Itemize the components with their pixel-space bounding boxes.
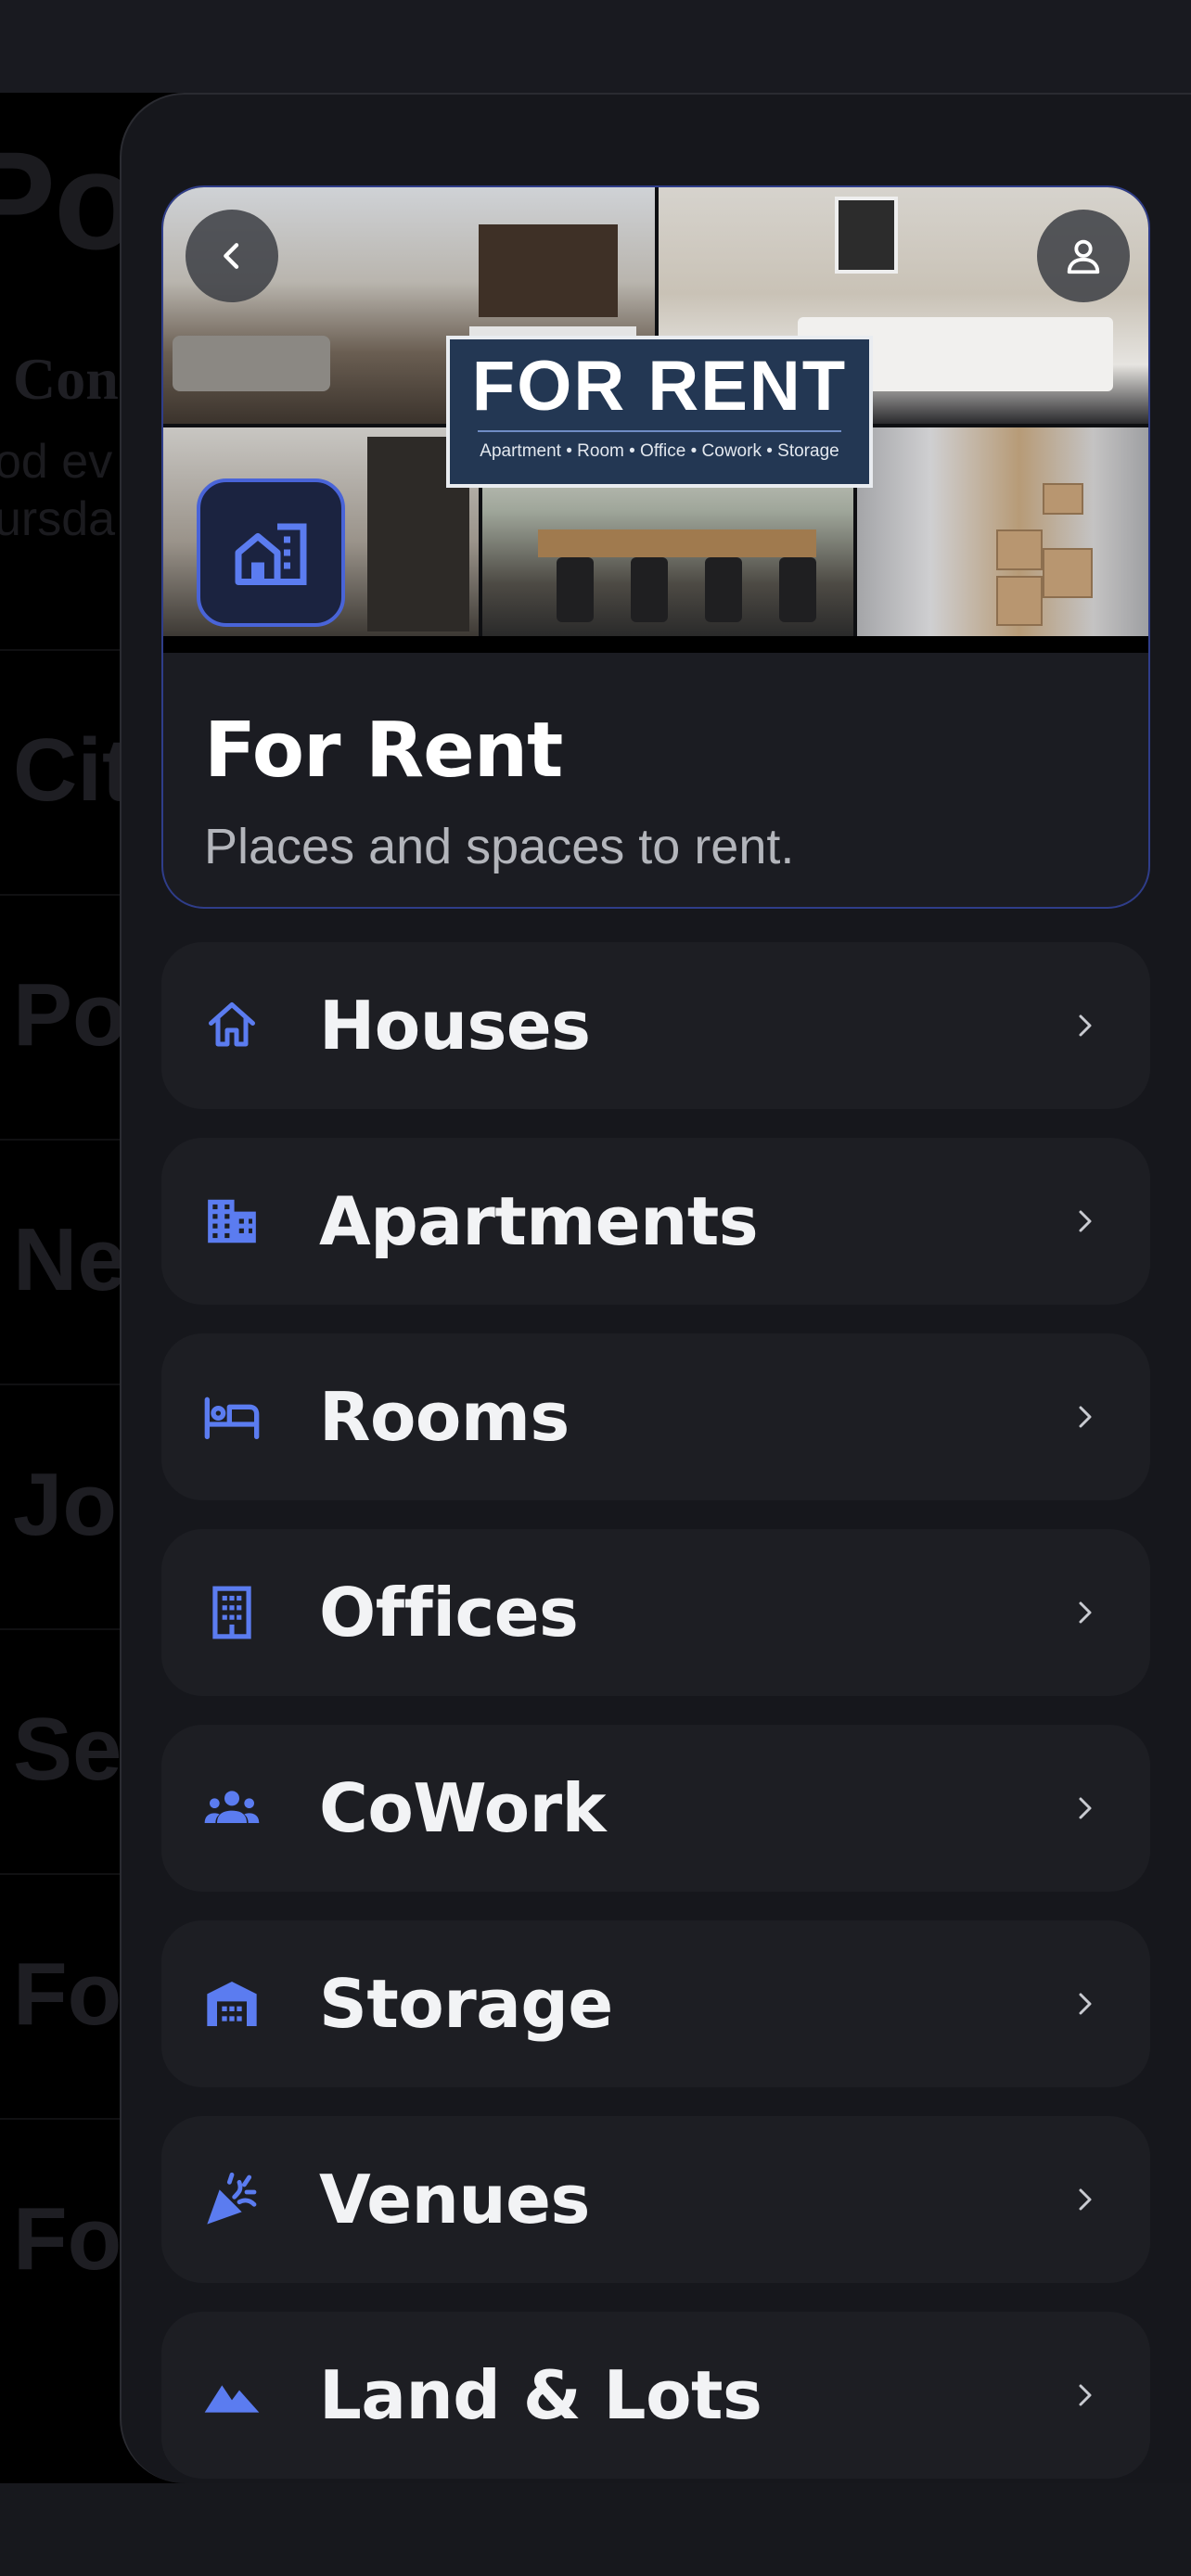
- background-description: ursda: [0, 492, 116, 546]
- menu-item-label: Storage: [319, 1965, 613, 2043]
- chevron-right-icon: [1067, 1396, 1104, 1437]
- menu-item-label: Offices: [319, 1574, 579, 1651]
- storage-photo: [857, 427, 1148, 636]
- menu-item-label: Land & Lots: [319, 2356, 762, 2434]
- profile-button[interactable]: [1037, 210, 1130, 302]
- category-drawer: FOR RENT Apartment • Room • Office • Cow…: [120, 93, 1191, 2483]
- menu-item-rooms[interactable]: Rooms: [161, 1333, 1150, 1500]
- menu-item-label: Houses: [319, 987, 591, 1065]
- chevron-right-icon: [1067, 2375, 1104, 2416]
- background-title: Po: [0, 122, 139, 278]
- group-icon: [202, 1779, 262, 1838]
- landscape-icon: [202, 2366, 262, 2425]
- menu-item-houses[interactable]: Houses: [161, 942, 1150, 1109]
- user-icon: [1067, 239, 1100, 274]
- background-description: od ev: [0, 435, 113, 489]
- chevron-right-icon: [1067, 1201, 1104, 1242]
- back-button[interactable]: [186, 210, 278, 302]
- menu-item-apartments[interactable]: Apartments: [161, 1138, 1150, 1305]
- chevron-left-icon: [224, 243, 239, 269]
- office-building-icon: [202, 1583, 262, 1642]
- page-title: For Rent: [204, 707, 563, 795]
- house-icon: [202, 996, 262, 1055]
- background-subtitle: Con: [13, 346, 119, 412]
- hero-card: FOR RENT Apartment • Room • Office • Cow…: [161, 185, 1150, 909]
- chevron-right-icon: [1067, 2179, 1104, 2220]
- menu-item-label: Venues: [319, 2161, 590, 2238]
- category-badge: [197, 478, 345, 627]
- party-popper-icon: [202, 2170, 262, 2229]
- chevron-right-icon: [1067, 1983, 1104, 2024]
- hero-image-collage: FOR RENT Apartment • Room • Office • Cow…: [163, 187, 1148, 653]
- chevron-right-icon: [1067, 1788, 1104, 1829]
- sign-title: FOR RENT: [471, 347, 848, 426]
- menu-item-label: CoWork: [319, 1769, 607, 1847]
- chevron-right-icon: [1067, 1592, 1104, 1633]
- menu-item-cowork[interactable]: CoWork: [161, 1725, 1150, 1892]
- chevron-right-icon: [1067, 1005, 1104, 1046]
- navigation-bar: [0, 2483, 1191, 2576]
- warehouse-icon: [202, 1974, 262, 2034]
- home-building-icon: [235, 523, 307, 585]
- menu-item-offices[interactable]: Offices: [161, 1529, 1150, 1696]
- menu-item-land-and-lots[interactable]: Land & Lots: [161, 2312, 1150, 2479]
- for-rent-sign: FOR RENT Apartment • Room • Office • Cow…: [446, 336, 873, 488]
- bed-icon: [202, 1387, 262, 1447]
- menu-item-venues[interactable]: Venues: [161, 2116, 1150, 2283]
- status-bar: [0, 0, 1191, 93]
- menu-item-label: Apartments: [319, 1182, 759, 1260]
- sign-subtitle: Apartment • Room • Office • Cowork • Sto…: [480, 441, 839, 461]
- menu-item-label: Rooms: [319, 1378, 570, 1456]
- page-subtitle: Places and spaces to rent.: [204, 819, 795, 874]
- building-icon: [202, 1192, 262, 1251]
- menu-item-storage[interactable]: Storage: [161, 1920, 1150, 2087]
